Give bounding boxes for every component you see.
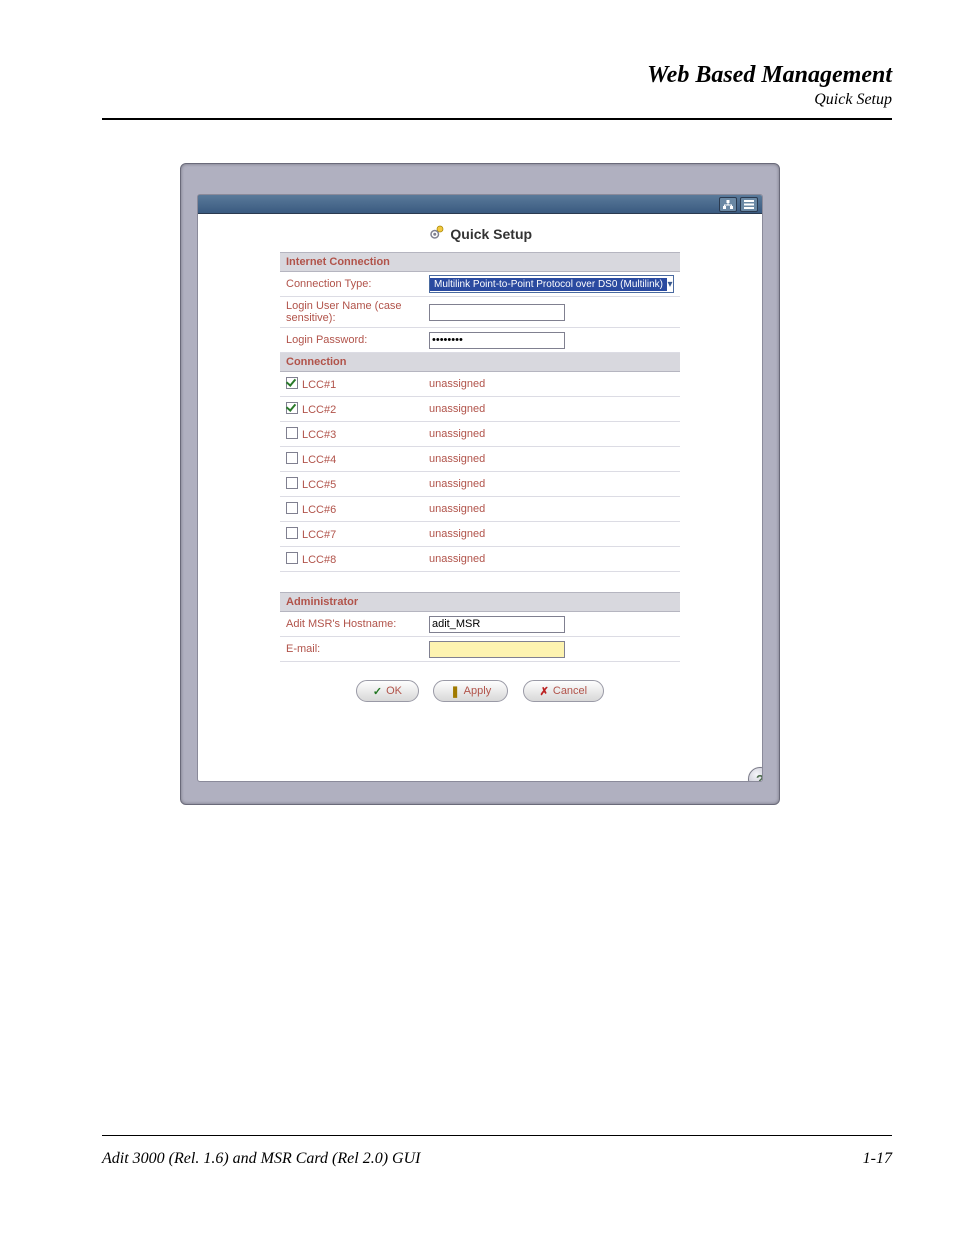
apply-icon: ❚ <box>450 685 459 698</box>
ok-button[interactable]: ✓ OK <box>356 680 419 702</box>
lcc-name-5: LCC#5 <box>302 479 336 491</box>
app-window: Quick Setup <box>180 163 780 805</box>
apply-button-label: Apply <box>464 685 492 697</box>
lcc-checkbox-1[interactable] <box>286 377 298 389</box>
label-login-user: Login User Name (case sensitive): <box>280 297 423 328</box>
lcc-status-5: unassigned <box>423 472 680 497</box>
lcc-status-7: unassigned <box>423 522 680 547</box>
label-hostname: Adit MSR's Hostname: <box>280 612 423 637</box>
lcc-status-4: unassigned <box>423 447 680 472</box>
gear-icon <box>428 223 442 237</box>
label-connection-type: Connection Type: <box>280 272 423 297</box>
connection-type-dropdown[interactable]: Multilink Point-to-Point Protocol over D… <box>429 275 674 293</box>
chevron-down-icon: ▾ <box>667 279 673 290</box>
email-input[interactable] <box>429 641 565 658</box>
cancel-button[interactable]: ✗ Cancel <box>523 680 604 702</box>
lcc-checkbox-5[interactable] <box>286 477 298 489</box>
apply-button[interactable]: ❚ Apply <box>433 680 508 702</box>
lcc-name-3: LCC#3 <box>302 429 336 441</box>
lcc-status-3: unassigned <box>423 422 680 447</box>
section-internet-heading: Internet Connection <box>280 253 680 272</box>
section-connection-heading: Connection <box>280 353 680 372</box>
rule-bottom <box>102 1135 892 1136</box>
login-user-input[interactable] <box>429 304 565 321</box>
label-login-pass: Login Password: <box>280 328 423 353</box>
lcc-name-2: LCC#2 <box>302 404 336 416</box>
page-title: Quick Setup <box>450 226 532 242</box>
lcc-checkbox-8[interactable] <box>286 552 298 564</box>
hostname-input[interactable] <box>429 616 565 633</box>
lcc-name-8: LCC#8 <box>302 554 336 566</box>
lcc-status-1: unassigned <box>423 372 680 397</box>
cancel-button-label: Cancel <box>553 685 587 697</box>
cancel-icon: ✗ <box>540 685 549 698</box>
page-header-sub: Quick Setup <box>102 91 892 109</box>
lcc-name-1: LCC#1 <box>302 379 336 391</box>
connection-type-selected: Multilink Point-to-Point Protocol over D… <box>430 278 667 291</box>
lcc-status-6: unassigned <box>423 497 680 522</box>
lcc-checkbox-3[interactable] <box>286 427 298 439</box>
footer-left: Adit 3000 (Rel. 1.6) and MSR Card (Rel 2… <box>102 1150 420 1168</box>
label-email: E-mail: <box>280 637 423 662</box>
sitemap-icon[interactable] <box>719 197 737 212</box>
lcc-status-8: unassigned <box>423 547 680 572</box>
window-titlebar <box>198 195 762 214</box>
lcc-checkbox-2[interactable] <box>286 402 298 414</box>
help-icon: ? <box>756 772 763 783</box>
lcc-name-6: LCC#6 <box>302 504 336 516</box>
ok-button-label: OK <box>386 685 402 697</box>
footer-right: 1-17 <box>863 1150 892 1168</box>
lcc-checkbox-7[interactable] <box>286 527 298 539</box>
list-icon[interactable] <box>740 197 758 212</box>
section-admin-heading: Administrator <box>280 593 680 612</box>
login-pass-input[interactable] <box>429 332 565 349</box>
page-header-title: Web Based Management <box>102 62 892 89</box>
lcc-name-4: LCC#4 <box>302 454 336 466</box>
lcc-name-7: LCC#7 <box>302 529 336 541</box>
check-icon: ✓ <box>373 685 382 698</box>
lcc-checkbox-4[interactable] <box>286 452 298 464</box>
lcc-checkbox-6[interactable] <box>286 502 298 514</box>
rule-top <box>102 118 892 120</box>
lcc-status-2: unassigned <box>423 397 680 422</box>
